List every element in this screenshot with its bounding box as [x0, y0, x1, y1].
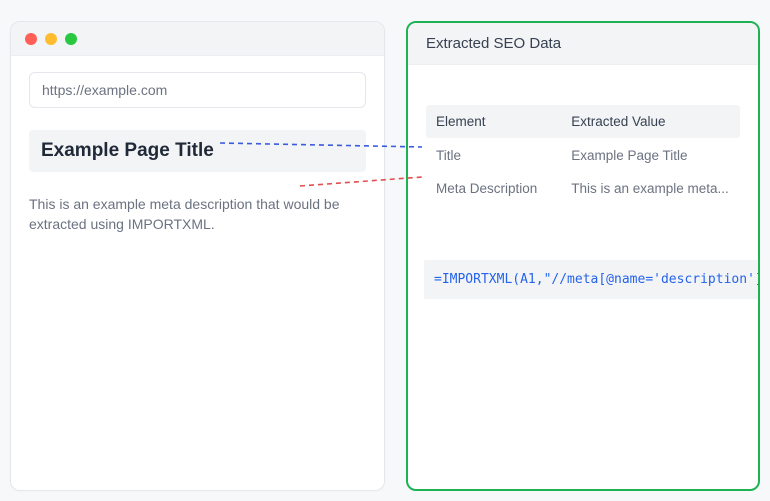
column-header-value: Extracted Value [571, 114, 730, 129]
cell-value: Example Page Title [571, 148, 730, 163]
cell-element: Title [436, 148, 571, 163]
page-title: Example Page Title [41, 140, 354, 162]
window-titlebar [11, 22, 384, 56]
seo-panel-body: Element Extracted Value Title Example Pa… [408, 65, 758, 299]
seo-panel-header: Extracted SEO Data [408, 23, 758, 65]
browser-body: Example Page Title This is an example me… [11, 56, 384, 251]
seo-table: Element Extracted Value Title Example Pa… [426, 105, 740, 204]
minimize-icon[interactable] [45, 33, 57, 45]
cell-element: Meta Description [436, 181, 571, 196]
table-row: Meta Description This is an example meta… [426, 171, 740, 204]
table-row: Title Example Page Title [426, 138, 740, 171]
column-header-element: Element [436, 114, 571, 129]
seo-data-panel: Extracted SEO Data Element Extracted Val… [406, 21, 760, 491]
meta-description-text: This is an example meta description that… [29, 194, 366, 235]
maximize-icon[interactable] [65, 33, 77, 45]
close-icon[interactable] [25, 33, 37, 45]
url-input[interactable] [29, 72, 366, 108]
page-title-block: Example Page Title [29, 130, 366, 172]
seo-table-header: Element Extracted Value [426, 105, 740, 138]
cell-value: This is an example meta... [571, 181, 730, 196]
seo-panel-title: Extracted SEO Data [426, 35, 740, 52]
browser-window: Example Page Title This is an example me… [10, 21, 385, 491]
formula-code: =IMPORTXML(A1,"//meta[@name='description… [424, 260, 760, 299]
